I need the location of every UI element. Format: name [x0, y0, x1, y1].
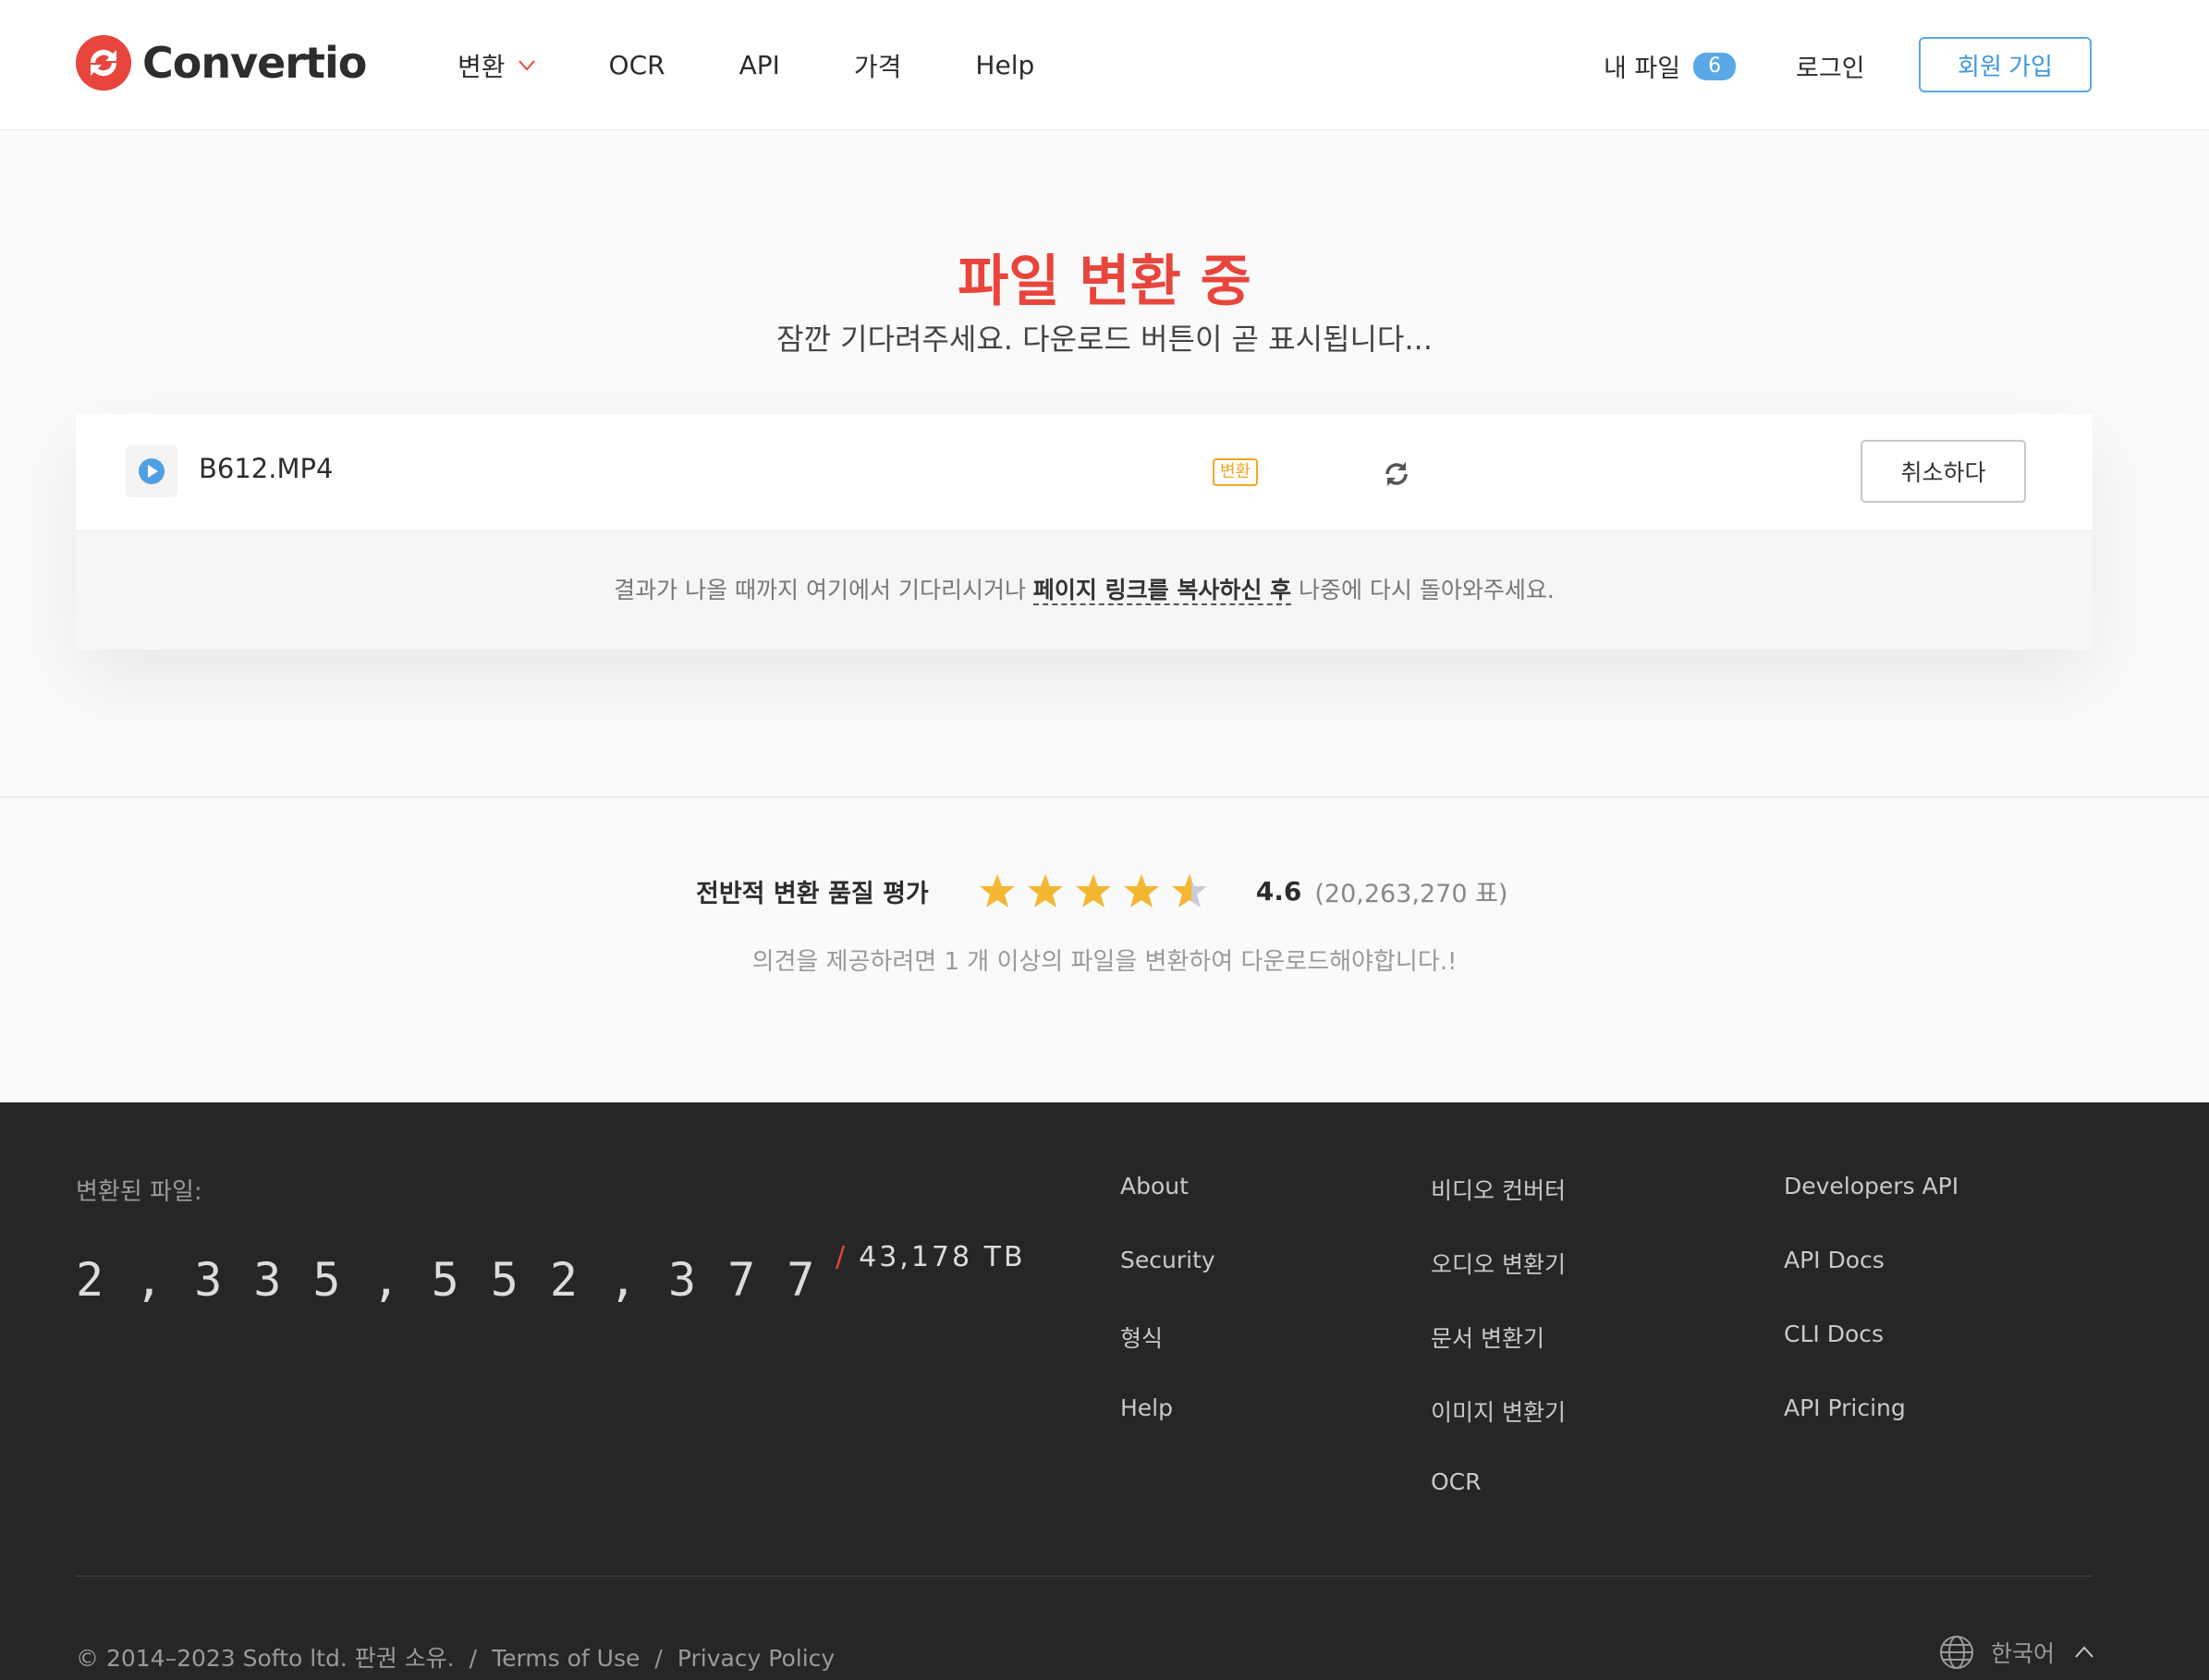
footer-link-ocr[interactable]: OCR	[1431, 1468, 1566, 1542]
main-nav: 변환 OCR API 가격 Help	[458, 0, 1108, 130]
rating-votes: (20,263,270 표)	[1314, 879, 1508, 908]
language-label: 한국어	[1991, 1640, 2056, 1667]
converted-files-label: 변환된 파일:	[76, 1178, 202, 1206]
footer-link-audio-converter[interactable]: 오디오 변환기	[1431, 1247, 1566, 1321]
my-files-link[interactable]: 내 파일 6	[1604, 48, 1737, 84]
logo[interactable]: Convertio	[76, 35, 367, 91]
chevron-down-icon	[518, 59, 535, 71]
copyright-text: © 2014–2023 Softo ltd. 판권 소유.	[76, 1645, 455, 1672]
rating-stars	[979, 872, 1219, 909]
language-selector[interactable]: 한국어	[1939, 1635, 2093, 1670]
my-files-count-badge: 6	[1693, 52, 1737, 80]
status-badge: 변환	[1213, 458, 1259, 486]
footer-link-help[interactable]: Help	[1120, 1394, 1215, 1468]
footer-link-document-converter[interactable]: 문서 변환기	[1431, 1321, 1566, 1394]
converted-size-value: 43,178 TB	[859, 1241, 1026, 1273]
nav-help[interactable]: Help	[975, 50, 1034, 80]
footer-link-about[interactable]: About	[1120, 1173, 1215, 1247]
page-title: 파일 변환 중	[958, 250, 1251, 314]
footer-link-security[interactable]: Security	[1120, 1247, 1215, 1321]
footer-link-api-docs[interactable]: API Docs	[1784, 1247, 1959, 1321]
half-star-icon	[1171, 874, 1207, 907]
convertio-logo-icon	[76, 35, 131, 91]
star-icon	[979, 874, 1015, 907]
rating-label: 전반적 변환 품질 평가	[696, 879, 929, 908]
footer-link-api-pricing[interactable]: API Pricing	[1784, 1394, 1959, 1468]
nav-api[interactable]: API	[739, 50, 780, 80]
page-subtitle: 잠깐 기다려주세요. 다운로드 버튼이 곧 표시됩니다...	[776, 322, 1433, 357]
video-file-icon	[126, 445, 177, 497]
footer-col-developers: Developers API API Docs CLI Docs API Pri…	[1784, 1173, 1959, 1468]
footer-col-converters: 비디오 컨버터 오디오 변환기 문서 변환기 이미지 변환기 OCR	[1431, 1173, 1566, 1542]
footer-col-company: About Security 형식 Help	[1120, 1173, 1215, 1468]
logo-text: Convertio	[142, 38, 367, 88]
star-icon	[1027, 874, 1063, 907]
footer-divider	[76, 1576, 2093, 1577]
globe-icon	[1940, 1636, 1973, 1669]
copy-link[interactable]: 페이지 링크를 복사하신 후	[1032, 577, 1292, 605]
top-header: Convertio 변환 OCR API 가격 Help 내 파일 6 로그인 …	[0, 0, 2209, 130]
footer-link-formats[interactable]: 형식	[1120, 1321, 1215, 1394]
conversion-card: B612.MP4 변환 취소하다 결과가 나올 때까지 여기에서 기다리시거나 …	[76, 414, 2093, 650]
separator: /	[469, 1645, 478, 1672]
refresh-spinner-icon	[1385, 462, 1408, 486]
play-icon	[139, 458, 165, 484]
rating-score: 4.6	[1255, 875, 1302, 907]
terms-link[interactable]: Terms of Use	[492, 1645, 640, 1672]
star-icon	[1123, 874, 1159, 907]
chevron-up-icon	[2075, 1646, 2093, 1658]
nav-ocr[interactable]: OCR	[609, 50, 665, 80]
converted-size: / 43,178 TB	[836, 1241, 1026, 1273]
rating-note: 의견을 제공하려면 1 개 이상의 파일을 변환하여 다운로드해야합니다.!	[751, 948, 1458, 976]
wait-note-before: 결과가 나올 때까지 여기에서 기다리시거나	[614, 577, 1033, 603]
my-files-label: 내 파일	[1604, 55, 1681, 83]
cancel-button[interactable]: 취소하다	[1861, 440, 2026, 503]
rating-bar: 전반적 변환 품질 평가 4.6 (20,263,270 표)	[696, 869, 1507, 913]
login-link[interactable]: 로그인	[1796, 48, 1865, 84]
footer: 변환된 파일: 2,335,552,377 / 43,178 TB About S…	[0, 1102, 2209, 1680]
converted-files-counter: 2,335,552,377	[76, 1253, 847, 1307]
wait-note: 결과가 나올 때까지 여기에서 기다리시거나 페이지 링크를 복사하신 후 나중…	[76, 531, 2093, 650]
file-name: B612.MP4	[199, 453, 334, 484]
footer-link-image-converter[interactable]: 이미지 변환기	[1431, 1394, 1566, 1468]
privacy-link[interactable]: Privacy Policy	[677, 1645, 835, 1672]
wait-note-after: 나중에 다시 돌아와주세요.	[1291, 577, 1555, 603]
footer-link-cli-docs[interactable]: CLI Docs	[1784, 1321, 1959, 1394]
footer-link-developers-api[interactable]: Developers API	[1784, 1173, 1959, 1247]
nav-convert[interactable]: 변환	[458, 47, 535, 84]
copyright-bar: © 2014–2023 Softo ltd. 판권 소유. / Terms of U…	[76, 1640, 835, 1674]
footer-link-video-converter[interactable]: 비디오 컨버터	[1431, 1173, 1566, 1247]
signup-button[interactable]: 회원 가입	[1919, 37, 2092, 92]
separator: /	[654, 1645, 663, 1672]
slash-separator: /	[836, 1241, 848, 1273]
star-icon	[1075, 874, 1111, 907]
file-row: B612.MP4 변환 취소하다	[76, 414, 2093, 531]
nav-convert-label: 변환	[458, 51, 506, 82]
nav-pricing[interactable]: 가격	[854, 47, 902, 84]
